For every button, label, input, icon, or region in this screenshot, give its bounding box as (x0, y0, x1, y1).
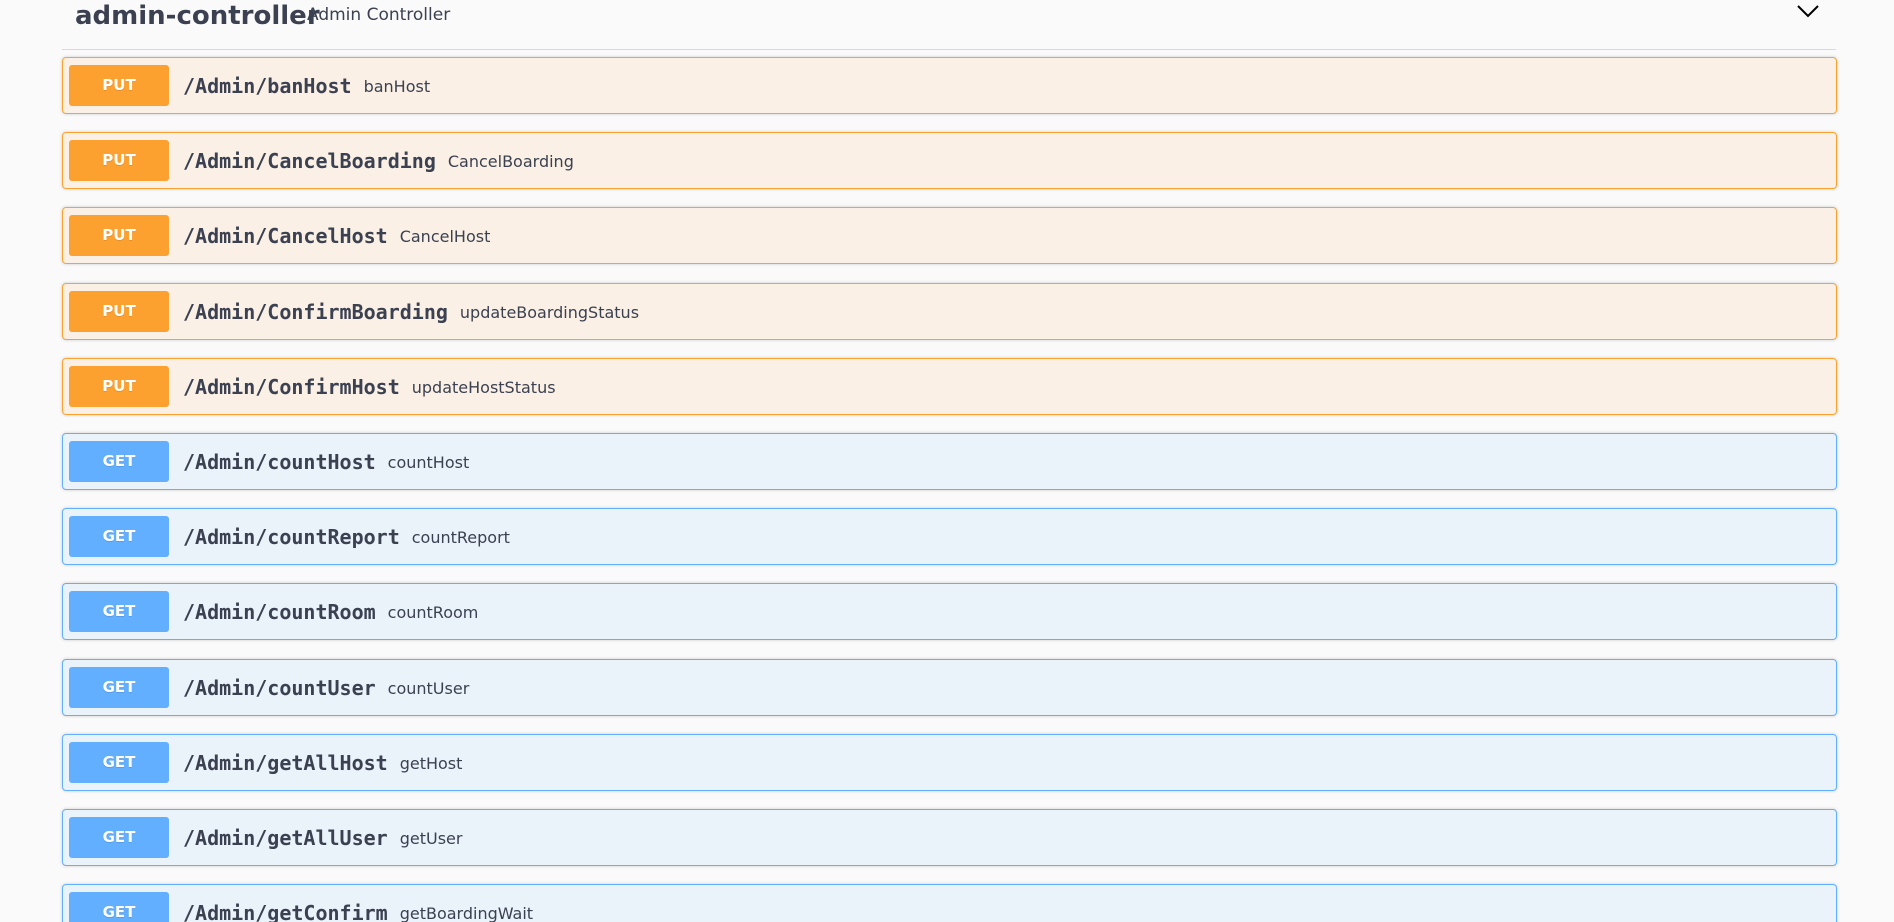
operation-summary: getHost (399, 753, 463, 773)
operation-path-text: /Admin/countUser (183, 675, 376, 700)
operation-put[interactable]: PUT/Admin/CancelBoarding CancelBoarding (62, 132, 1837, 190)
tag-section-header[interactable]: admin-controller Admin Controller (62, 0, 1836, 50)
operation-summary: updateHostStatus (411, 377, 556, 397)
operation-path-text: /Admin/ConfirmBoarding (183, 299, 448, 324)
operation-summary: countRoom (387, 603, 479, 623)
operation-summary: updateBoardingStatus (459, 302, 640, 322)
operation-summary: getUser (399, 828, 463, 848)
operation-put[interactable]: PUT/Admin/banHost banHost (62, 57, 1837, 114)
operation-summary: getBoardingWait (399, 904, 534, 922)
operation-path: /Admin/countRoom countRoom (183, 584, 478, 641)
operation-summary: CancelHost (399, 227, 491, 247)
operation-path: /Admin/CancelBoarding CancelBoarding (183, 133, 574, 190)
operation-summary: countHost (387, 452, 470, 472)
method-badge: GET (69, 591, 169, 633)
method-badge: PUT (69, 65, 169, 106)
operations-list: PUT/Admin/banHost banHost PUT/Admin/Cancel… (62, 57, 1837, 922)
operation-summary: countReport (411, 528, 510, 548)
method-badge: PUT (69, 140, 169, 182)
operation-put[interactable]: PUT/Admin/CancelHost CancelHost (62, 207, 1837, 265)
chevron-down-icon[interactable] (1788, 0, 1828, 26)
operation-path-text: /Admin/getConfirm (183, 901, 388, 922)
operation-path: /Admin/banHost banHost (183, 58, 430, 115)
operation-path: /Admin/ConfirmHost updateHostStatus (183, 359, 556, 416)
method-badge: GET (69, 666, 169, 708)
operation-path-text: /Admin/CancelBoarding (183, 149, 436, 174)
swagger-page: admin-controller Admin Controller PUT/Ad… (0, 0, 1894, 922)
method-badge: GET (69, 516, 169, 558)
operation-get[interactable]: GET/Admin/countHost countHost (62, 432, 1837, 491)
operation-get[interactable]: GET/Admin/countUser countUser (62, 658, 1837, 717)
method-badge: PUT (69, 365, 169, 407)
method-badge: PUT (69, 290, 169, 332)
operation-path-text: /Admin/countRoom (183, 600, 376, 625)
method-badge: GET (69, 816, 169, 858)
operation-path-text: /Admin/getAllHost (183, 750, 388, 775)
operation-put[interactable]: PUT/Admin/ConfirmHost updateHostStatus (62, 357, 1837, 416)
tag-description: Admin Controller (307, 5, 451, 25)
operation-path: /Admin/getAllUser getUser (183, 810, 462, 867)
method-badge: GET (69, 440, 169, 482)
operation-path-text: /Admin/ConfirmHost (183, 374, 400, 399)
method-badge: PUT (69, 215, 169, 257)
operation-path-text: /Admin/countReport (183, 525, 400, 550)
operation-get[interactable]: GET/Admin/getConfirm getBoardingWait (62, 884, 1837, 922)
operation-path-text: /Admin/banHost (183, 74, 352, 98)
operation-summary: countUser (387, 678, 470, 698)
operation-path: /Admin/countUser countUser (183, 660, 469, 717)
operation-path: /Admin/getAllHost getHost (183, 735, 462, 792)
operation-path-text: /Admin/CancelHost (183, 224, 388, 249)
operation-path: /Admin/CancelHost CancelHost (183, 208, 490, 265)
operation-path: /Admin/ConfirmBoarding updateBoardingStat… (183, 284, 639, 341)
operation-get[interactable]: GET/Admin/getAllHost getHost (62, 733, 1837, 792)
operation-path: /Admin/getConfirm getBoardingWait (183, 885, 533, 922)
operation-path-text: /Admin/getAllUser (183, 825, 388, 850)
operation-get[interactable]: GET/Admin/countRoom countRoom (62, 583, 1837, 641)
operation-path-text: /Admin/countHost (183, 449, 376, 474)
method-badge: GET (69, 741, 169, 783)
operation-path: /Admin/countReport countReport (183, 509, 510, 566)
operation-put[interactable]: PUT/Admin/ConfirmBoarding updateBoardingS… (62, 282, 1837, 341)
operation-summary: banHost (363, 77, 431, 96)
operation-get[interactable]: GET/Admin/countReport countReport (62, 508, 1837, 566)
method-badge: GET (69, 892, 169, 922)
operation-summary: CancelBoarding (447, 152, 574, 172)
tag-name: admin-controller (75, 1, 320, 31)
operation-get[interactable]: GET/Admin/getAllUser getUser (62, 808, 1837, 867)
operation-path: /Admin/countHost countHost (183, 434, 469, 491)
